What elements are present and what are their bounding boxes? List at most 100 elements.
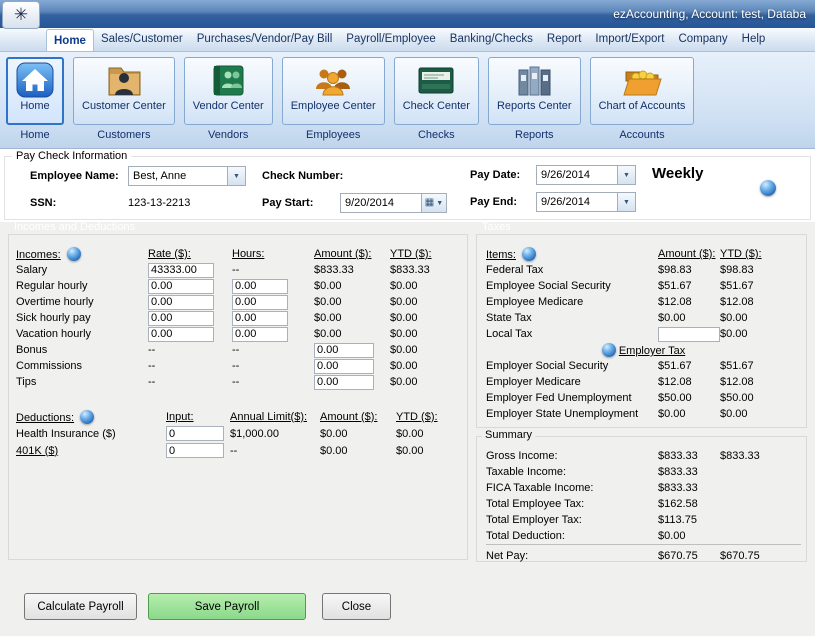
save-payroll-button[interactable]: Save Payroll <box>148 593 306 620</box>
income-row-rate: -- <box>148 376 232 388</box>
col-header-hours: Hours: <box>232 248 314 260</box>
tax-row-ytd: $0.00 <box>720 328 801 340</box>
tax-row-ytd: $98.83 <box>720 264 801 276</box>
tax-row-label: Employer Social Security <box>486 360 658 372</box>
pay-end-combo[interactable]: 9/26/2014 ▼ <box>536 192 636 212</box>
check-center-button[interactable]: Check Center <box>394 57 479 125</box>
tab-banking-checks[interactable]: Banking/Checks <box>443 28 540 51</box>
regular-hours-input[interactable] <box>232 279 288 294</box>
tab-payroll-employee[interactable]: Payroll/Employee <box>339 28 442 51</box>
employee-center-button[interactable]: Employee Center <box>282 57 385 125</box>
tax-row-ytd: $51.67 <box>720 360 801 372</box>
home-button[interactable]: Home <box>6 57 64 125</box>
toolbar-chart-of-accounts: Chart of Accounts Accounts <box>590 57 695 141</box>
income-row-label: Commissions <box>16 360 148 372</box>
k401-input[interactable] <box>166 443 224 458</box>
col-header-deductions: Deductions: <box>16 410 166 424</box>
summary-row-amount: $833.33 <box>658 448 720 464</box>
col-header-input: Input: <box>166 411 230 423</box>
health-insurance-input[interactable] <box>166 426 224 441</box>
tax-row-amount: $51.67 <box>658 280 720 292</box>
check-number-label: Check Number: <box>262 170 343 182</box>
pay-end-label: Pay End: <box>470 196 517 208</box>
toolbar-caption: Chart of Accounts <box>599 100 686 112</box>
app-logo-icon[interactable]: ✳ <box>2 1 40 29</box>
toolbar: Home Home Customer Center Customers <box>0 52 815 149</box>
chevron-down-icon[interactable]: ▼ <box>227 167 245 185</box>
employer-tax-header: Employer Tax <box>486 343 801 357</box>
deduction-row-annual-limit: $1,000.00 <box>230 428 320 440</box>
tax-row-label: Federal Tax <box>486 264 658 276</box>
tab-purchases-vendor-pay-bill[interactable]: Purchases/Vendor/Pay Bill <box>190 28 340 51</box>
tax-row-label: Employer State Unemployment <box>486 408 658 420</box>
tips-amount-input[interactable] <box>314 375 374 390</box>
deduction-row-amount: $0.00 <box>320 445 396 457</box>
sick-hours-input[interactable] <box>232 311 288 326</box>
local-tax-input[interactable] <box>658 327 720 342</box>
deduction-401k-link[interactable]: 401K ($) <box>16 445 166 457</box>
tab-company[interactable]: Company <box>671 28 734 51</box>
tax-row-ytd: $0.00 <box>720 312 801 324</box>
toolbar-customer-center: Customer Center Customers <box>73 57 175 141</box>
tab-help[interactable]: Help <box>735 28 773 51</box>
help-globe-icon[interactable] <box>760 180 776 196</box>
chevron-down-icon[interactable]: ▼ <box>617 193 635 211</box>
bonus-amount-input[interactable] <box>314 343 374 358</box>
tab-sales-customer[interactable]: Sales/Customer <box>94 28 190 51</box>
income-row-amount: $0.00 <box>314 328 390 340</box>
help-globe-icon[interactable] <box>602 343 616 357</box>
paycheck-info-title: Pay Check Information <box>12 150 131 162</box>
chart-of-accounts-button[interactable]: Chart of Accounts <box>590 57 695 125</box>
overtime-rate-input[interactable] <box>148 295 214 310</box>
employees-icon <box>311 61 355 99</box>
customer-center-button[interactable]: Customer Center <box>73 57 175 125</box>
tax-row-ytd: $12.08 <box>720 376 801 388</box>
calculate-payroll-button[interactable]: Calculate Payroll <box>24 593 137 620</box>
help-globe-icon[interactable] <box>67 247 81 261</box>
income-row-ytd: $0.00 <box>390 312 460 324</box>
toolbar-label: Vendors <box>208 129 248 141</box>
incomes-table: Incomes: Rate ($): Hours: Amount ($): YT… <box>16 246 460 390</box>
summary-table: Gross Income: $833.33 $833.33 Taxable In… <box>486 448 801 564</box>
deduction-row-annual-limit: -- <box>230 445 320 457</box>
ssn-label: SSN: <box>30 197 56 209</box>
home-icon <box>15 61 55 99</box>
income-row-ytd: $0.00 <box>390 344 460 356</box>
taxes-title: Taxes <box>482 221 511 233</box>
income-row-label: Tips <box>16 376 148 388</box>
tab-home[interactable]: Home <box>46 29 94 51</box>
income-row-ytd: $0.00 <box>390 376 460 388</box>
calendar-dropdown-button[interactable]: ▦▼ <box>421 194 446 212</box>
sick-rate-input[interactable] <box>148 311 214 326</box>
help-globe-icon[interactable] <box>522 247 536 261</box>
income-row-amount: $0.00 <box>314 280 390 292</box>
tab-import-export[interactable]: Import/Export <box>588 28 671 51</box>
employee-name-combo[interactable]: Best, Anne ▼ <box>128 166 246 186</box>
regular-rate-input[interactable] <box>148 279 214 294</box>
commissions-amount-input[interactable] <box>314 359 374 374</box>
tab-report[interactable]: Report <box>540 28 589 51</box>
col-header-rate: Rate ($): <box>148 248 232 260</box>
chevron-down-icon[interactable]: ▼ <box>617 166 635 184</box>
reports-center-button[interactable]: Reports Center <box>488 57 581 125</box>
income-row-ytd: $833.33 <box>390 264 460 276</box>
close-button[interactable]: Close <box>322 593 391 620</box>
salary-rate-input[interactable] <box>148 263 214 278</box>
overtime-hours-input[interactable] <box>232 295 288 310</box>
incomes-deductions-title: Incomes and Deductions <box>14 221 135 233</box>
income-row-label: Overtime hourly <box>16 296 148 308</box>
vendor-center-button[interactable]: Vendor Center <box>184 57 273 125</box>
toolbar-label: Reports <box>515 129 554 141</box>
help-globe-icon[interactable] <box>80 410 94 424</box>
check-number-input[interactable] <box>352 166 456 186</box>
net-pay-ytd: $670.75 <box>720 544 801 564</box>
pay-start-datepicker[interactable]: 9/20/2014 ▦▼ <box>340 193 447 213</box>
vacation-rate-input[interactable] <box>148 327 214 342</box>
reports-icon <box>512 61 556 99</box>
vendors-icon <box>206 61 250 99</box>
customers-icon <box>102 61 146 99</box>
ssn-value: 123-13-2213 <box>128 197 190 209</box>
vacation-hours-input[interactable] <box>232 327 288 342</box>
summary-title: Summary <box>482 429 535 441</box>
pay-date-combo[interactable]: 9/26/2014 ▼ <box>536 165 636 185</box>
